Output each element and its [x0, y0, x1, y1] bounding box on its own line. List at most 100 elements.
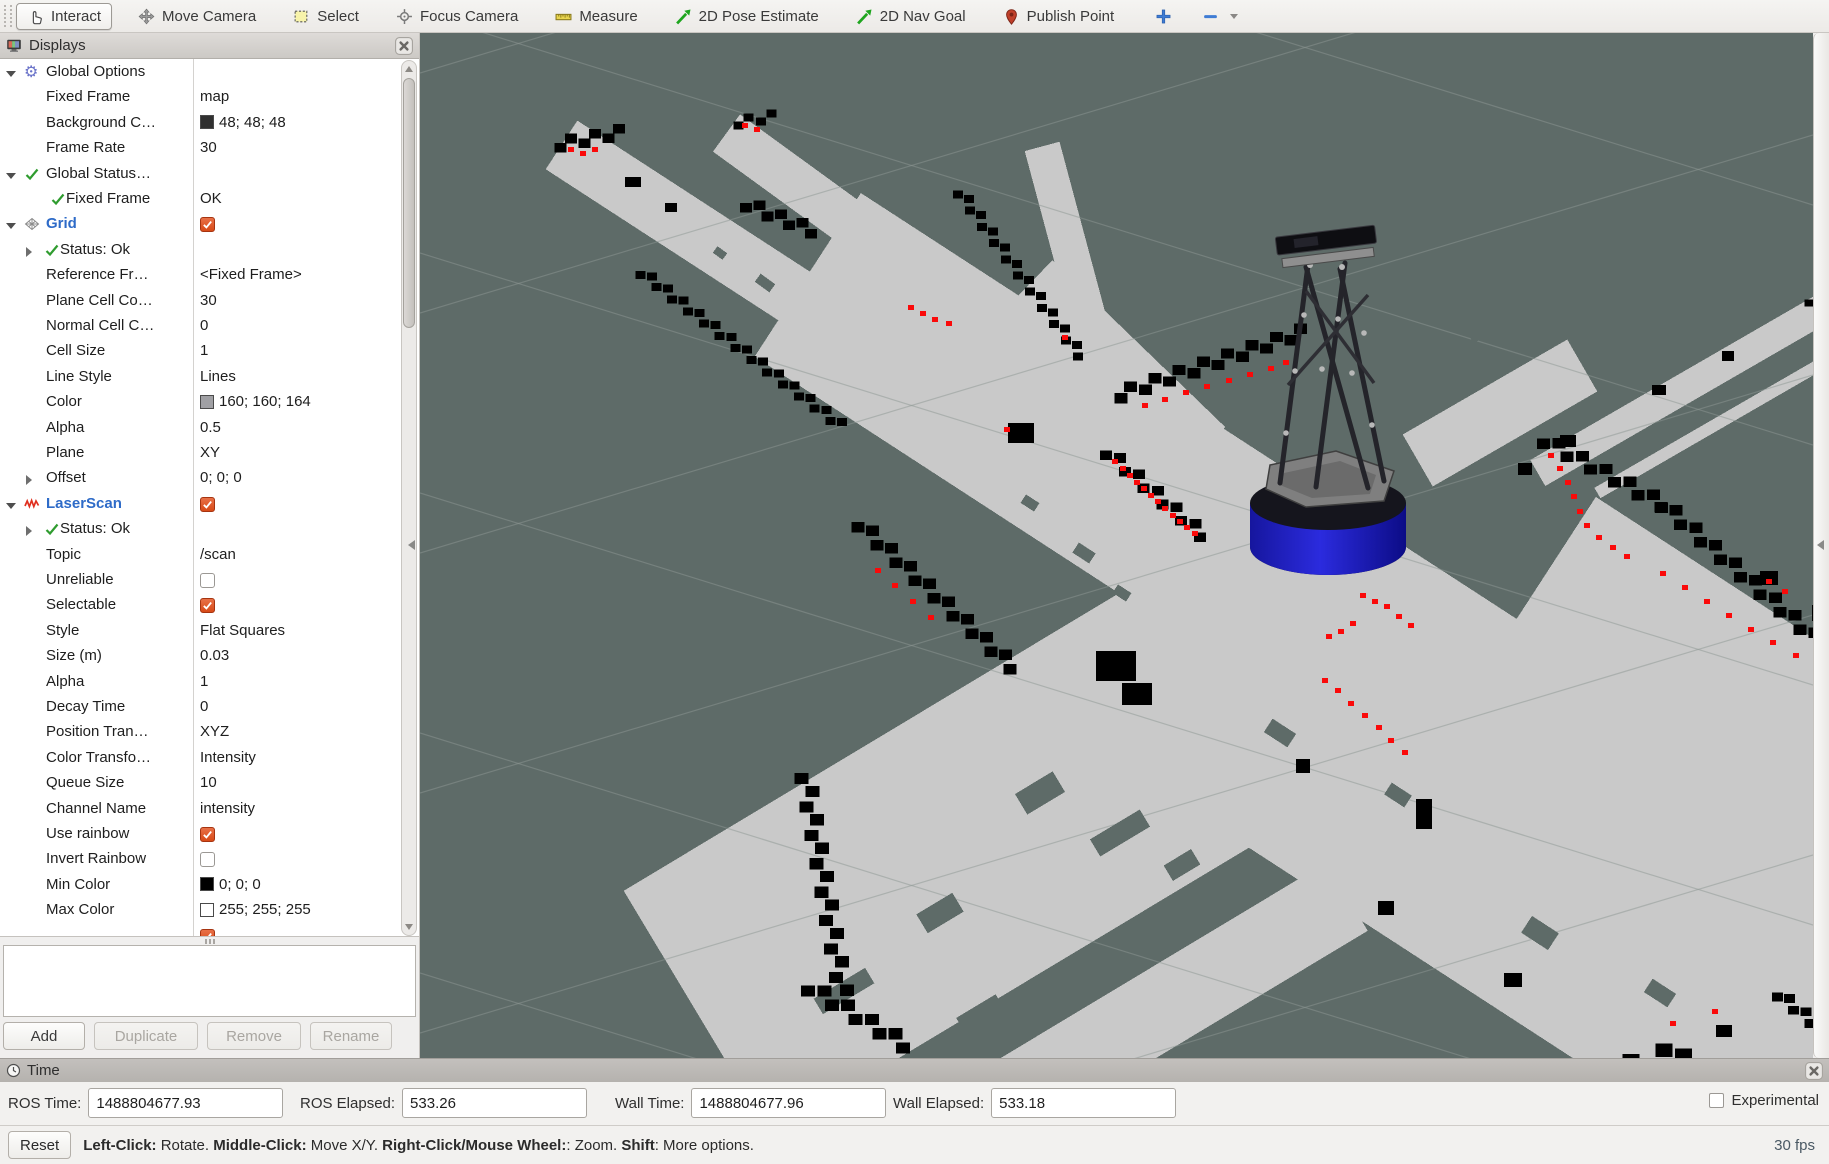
checkbox-unchecked-icon[interactable]: [200, 573, 215, 588]
display-property-row[interactable]: Offset0; 0; 0: [0, 467, 398, 492]
3d-viewport[interactable]: [420, 33, 1813, 1058]
expander-open-icon[interactable]: [6, 173, 16, 179]
experimental-toggle[interactable]: Experimental: [1709, 1092, 1819, 1109]
display-property-row[interactable]: Fixed FrameOK: [0, 188, 398, 213]
property-value[interactable]: [200, 825, 215, 842]
property-value[interactable]: 30: [200, 292, 217, 309]
property-value[interactable]: Lines: [200, 368, 236, 385]
panel-splitter[interactable]: [0, 937, 419, 945]
property-value[interactable]: 0: [200, 698, 208, 715]
property-value[interactable]: Intensity: [200, 749, 256, 766]
display-property-row[interactable]: Decay Time0: [0, 696, 398, 721]
displays-property-tree[interactable]: ⚙Global OptionsFixed FramemapBackground …: [0, 59, 419, 937]
display-property-row[interactable]: Frame Rate30: [0, 137, 398, 162]
property-value[interactable]: XY: [200, 444, 220, 461]
tool-button-2d-pose-estimate[interactable]: 2D Pose Estimate: [664, 3, 830, 30]
expander-closed-icon[interactable]: [26, 247, 32, 257]
time-field-input[interactable]: 533.26: [402, 1088, 587, 1118]
display-property-row[interactable]: Channel Nameintensity: [0, 798, 398, 823]
reset-button[interactable]: Reset: [8, 1131, 71, 1159]
tool-button-interact[interactable]: Interact: [16, 3, 112, 30]
property-value[interactable]: 0; 0; 0: [200, 876, 261, 893]
tool-button-move-camera[interactable]: Move Camera: [127, 3, 267, 30]
property-value[interactable]: Flat Squares: [200, 622, 285, 639]
checkbox-checked-icon[interactable]: [200, 497, 215, 512]
time-panel-header[interactable]: Time: [0, 1058, 1829, 1082]
display-property-row[interactable]: Alpha0.5: [0, 417, 398, 442]
expander-closed-icon[interactable]: [26, 475, 32, 485]
scroll-down-icon[interactable]: [405, 924, 413, 930]
expander-open-icon[interactable]: [6, 223, 16, 229]
property-value[interactable]: 1: [200, 342, 208, 359]
display-property-row[interactable]: Min Color0; 0; 0: [0, 874, 398, 899]
property-value[interactable]: map: [200, 88, 229, 105]
display-property-row[interactable]: Queue Size10: [0, 772, 398, 797]
add-tool-button[interactable]: [1150, 3, 1177, 30]
display-property-row[interactable]: Color160; 160; 164: [0, 391, 398, 416]
expander-closed-icon[interactable]: [26, 526, 32, 536]
experimental-checkbox[interactable]: [1709, 1093, 1724, 1108]
tree-scrollbar[interactable]: [401, 60, 417, 936]
scrollbar-thumb[interactable]: [403, 78, 415, 328]
display-property-row[interactable]: ⚙Global Options: [0, 61, 398, 86]
property-value[interactable]: 255; 255; 255: [200, 901, 311, 918]
display-property-row[interactable]: Status: Ok: [0, 518, 398, 543]
property-value[interactable]: 10: [200, 774, 217, 791]
property-value[interactable]: 160; 160; 164: [200, 393, 311, 410]
display-property-row[interactable]: Global Status…: [0, 163, 398, 188]
property-value[interactable]: [200, 571, 215, 588]
tool-button-select[interactable]: Select: [282, 3, 370, 30]
property-value[interactable]: 48; 48; 48: [200, 114, 286, 131]
display-property-row[interactable]: StyleFlat Squares: [0, 620, 398, 645]
expander-open-icon[interactable]: [6, 503, 16, 509]
property-value[interactable]: OK: [200, 190, 222, 207]
display-property-row[interactable]: PlaneXY: [0, 442, 398, 467]
display-property-row[interactable]: Unreliable: [0, 569, 398, 594]
display-property-row[interactable]: Max Color255; 255; 255: [0, 899, 398, 924]
display-property-row[interactable]: Status: Ok: [0, 239, 398, 264]
close-icon[interactable]: [1805, 1062, 1823, 1080]
display-property-row[interactable]: Position Tran…XYZ: [0, 721, 398, 746]
display-property-row[interactable]: Color Transfo…Intensity: [0, 747, 398, 772]
remove-tool-button[interactable]: [1197, 3, 1243, 30]
property-value[interactable]: [200, 215, 215, 232]
left-panel-collapse-icon[interactable]: [408, 540, 415, 550]
property-value[interactable]: /scan: [200, 546, 236, 563]
display-property-row[interactable]: Invert Rainbow: [0, 848, 398, 873]
display-property-row[interactable]: Grid: [0, 213, 398, 238]
add-button[interactable]: Add: [3, 1022, 85, 1050]
display-property-row[interactable]: Topic/scan: [0, 544, 398, 569]
displays-panel-header[interactable]: Displays: [0, 33, 419, 59]
display-property-row[interactable]: Background C…48; 48; 48: [0, 112, 398, 137]
checkbox-checked-icon[interactable]: [200, 827, 215, 842]
display-property-row[interactable]: Use rainbow: [0, 823, 398, 848]
property-value[interactable]: 0.03: [200, 647, 229, 664]
expander-open-icon[interactable]: [6, 71, 16, 77]
display-property-row[interactable]: [0, 925, 398, 937]
property-value[interactable]: [200, 927, 215, 937]
tool-button-publish-point[interactable]: Publish Point: [992, 3, 1126, 30]
display-property-row[interactable]: Reference Fr…<Fixed Frame>: [0, 264, 398, 289]
close-icon[interactable]: [395, 37, 413, 55]
property-value[interactable]: [200, 495, 215, 512]
display-property-row[interactable]: Selectable: [0, 594, 398, 619]
property-value[interactable]: 0; 0; 0: [200, 469, 242, 486]
property-value[interactable]: [200, 850, 215, 867]
display-property-row[interactable]: Line StyleLines: [0, 366, 398, 391]
checkbox-unchecked-icon[interactable]: [200, 852, 215, 867]
display-property-row[interactable]: Plane Cell Co…30: [0, 290, 398, 315]
tool-button-measure[interactable]: Measure: [544, 3, 648, 30]
right-panel-collapse-icon[interactable]: [1817, 540, 1824, 550]
property-value[interactable]: 0.5: [200, 419, 221, 436]
property-value[interactable]: intensity: [200, 800, 255, 817]
display-property-row[interactable]: Fixed Framemap: [0, 86, 398, 111]
property-value[interactable]: XYZ: [200, 723, 229, 740]
display-property-row[interactable]: Size (m)0.03: [0, 645, 398, 670]
checkbox-checked-icon[interactable]: [200, 217, 215, 232]
property-value[interactable]: 30: [200, 139, 217, 156]
checkbox-checked-icon[interactable]: [200, 929, 215, 937]
display-property-row[interactable]: LaserScan: [0, 493, 398, 518]
tool-button-focus-camera[interactable]: Focus Camera: [385, 3, 529, 30]
tool-button-2d-nav-goal[interactable]: 2D Nav Goal: [845, 3, 977, 30]
checkbox-checked-icon[interactable]: [200, 598, 215, 613]
